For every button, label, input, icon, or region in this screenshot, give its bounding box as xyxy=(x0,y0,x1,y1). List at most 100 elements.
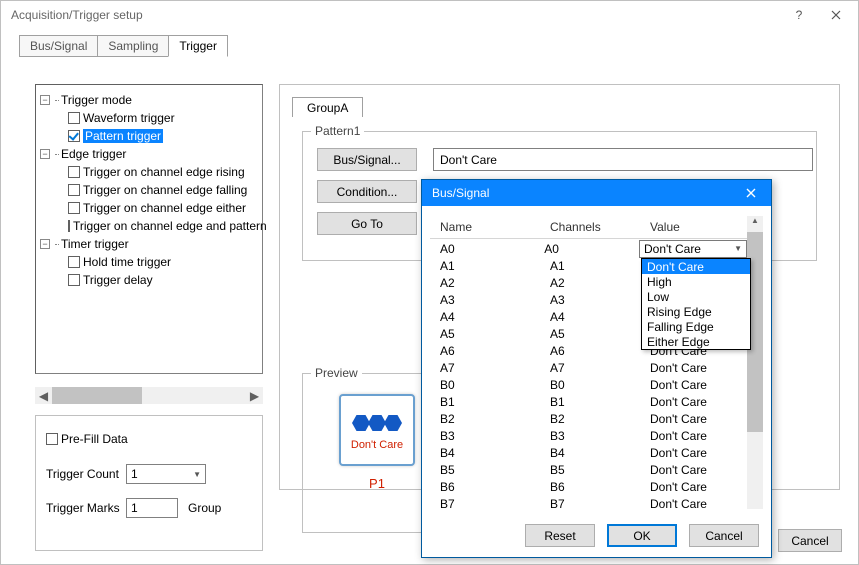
signal-row[interactable]: B4B4Don't Care xyxy=(430,444,747,461)
cell-channels: B3 xyxy=(550,429,650,443)
cell-channels: A2 xyxy=(550,276,650,290)
cell-name: B7 xyxy=(440,497,550,511)
tree-trigger-delay[interactable]: Trigger delay xyxy=(83,273,153,287)
cell-name: B6 xyxy=(440,480,550,494)
cell-name: A0 xyxy=(440,242,544,256)
col-name[interactable]: Name xyxy=(440,220,550,234)
tree-timer-trigger[interactable]: Timer trigger xyxy=(61,237,129,251)
value-dropdown[interactable]: Don't CareHighLowRising EdgeFalling Edge… xyxy=(641,258,751,350)
signal-row[interactable]: B3B3Don't Care xyxy=(430,427,747,444)
tree-h-scrollbar[interactable]: ◀ ▶ xyxy=(35,387,263,404)
tree-edge-rising[interactable]: Trigger on channel edge rising xyxy=(83,165,245,179)
tree-hold-time[interactable]: Hold time trigger xyxy=(83,255,171,269)
cell-value: Don't Care xyxy=(650,497,747,511)
trigger-marks-value: 1 xyxy=(131,501,138,515)
chk-pattern[interactable] xyxy=(68,130,80,142)
dropdown-option[interactable]: Low xyxy=(642,289,750,304)
cell-value: Don't Care xyxy=(650,361,747,375)
goto-button[interactable]: Go To xyxy=(317,212,417,235)
preview-legend: Preview xyxy=(311,366,362,380)
bus-signal-button[interactable]: Bus/Signal... xyxy=(317,148,417,171)
dropdown-option[interactable]: Either Edge xyxy=(642,334,750,349)
cell-name: B0 xyxy=(440,378,550,392)
cell-name: B2 xyxy=(440,412,550,426)
chevron-down-icon: ▼ xyxy=(734,244,742,253)
cell-value: Don't Care xyxy=(650,412,747,426)
main-cancel-button[interactable]: Cancel xyxy=(778,529,842,552)
chk-edge-either[interactable] xyxy=(68,202,80,214)
cell-channels: A6 xyxy=(550,344,650,358)
dialog-reset-button[interactable]: Reset xyxy=(525,524,595,547)
cell-value: Don't Care xyxy=(650,446,747,460)
tree-edge-falling[interactable]: Trigger on channel edge falling xyxy=(83,183,247,197)
close-button[interactable] xyxy=(814,1,858,29)
dialog-close-button[interactable] xyxy=(731,180,771,206)
chk-edge-pattern[interactable] xyxy=(68,220,70,232)
chk-edge-falling[interactable] xyxy=(68,184,80,196)
tab-bus-signal[interactable]: Bus/Signal xyxy=(19,35,98,57)
tree-pattern[interactable]: Pattern trigger xyxy=(83,129,163,143)
cell-channels: A0 xyxy=(544,242,639,256)
chk-hold-time[interactable] xyxy=(68,256,80,268)
scroll-right-icon[interactable]: ▶ xyxy=(246,387,263,404)
cell-name: A2 xyxy=(440,276,550,290)
chk-waveform[interactable] xyxy=(68,112,80,124)
signal-row[interactable]: B0B0Don't Care xyxy=(430,376,747,393)
cell-name: B4 xyxy=(440,446,550,460)
cell-name: B3 xyxy=(440,429,550,443)
signal-row[interactable]: B5B5Don't Care xyxy=(430,461,747,478)
cell-channels: B5 xyxy=(550,463,650,477)
signal-row[interactable]: B6B6Don't Care xyxy=(430,478,747,495)
prefill-label: Pre-Fill Data xyxy=(61,432,128,446)
dropdown-option[interactable]: High xyxy=(642,274,750,289)
bus-signal-value[interactable]: Don't Care xyxy=(433,148,813,171)
trigger-marks-label: Trigger Marks xyxy=(46,501,126,515)
cell-value: Don't Care xyxy=(650,395,747,409)
condition-button[interactable]: Condition... xyxy=(317,180,417,203)
dropdown-option[interactable]: Rising Edge xyxy=(642,304,750,319)
help-button[interactable]: ? xyxy=(784,1,814,29)
col-value[interactable]: Value xyxy=(650,220,747,234)
signal-row[interactable]: B7B7Don't Care xyxy=(430,495,747,511)
pattern-legend: Pattern1 xyxy=(311,124,364,138)
dropdown-option[interactable]: Don't Care xyxy=(642,259,750,274)
tab-sampling[interactable]: Sampling xyxy=(97,35,169,57)
signal-row[interactable]: B2B2Don't Care xyxy=(430,410,747,427)
scroll-left-icon[interactable]: ◀ xyxy=(35,387,52,404)
trigger-tree[interactable]: −Trigger mode Waveform trigger Pattern t… xyxy=(35,84,263,374)
dialog-ok-button[interactable]: OK xyxy=(607,524,677,547)
cell-name: A4 xyxy=(440,310,550,324)
chk-trigger-delay[interactable] xyxy=(68,274,80,286)
dialog-cancel-button[interactable]: Cancel xyxy=(689,524,759,547)
cell-name: B1 xyxy=(440,395,550,409)
trigger-marks-input[interactable]: 1 xyxy=(126,498,178,518)
tree-waveform[interactable]: Waveform trigger xyxy=(83,111,175,125)
trigger-count-label: Trigger Count xyxy=(46,467,126,481)
chk-edge-rising[interactable] xyxy=(68,166,80,178)
signal-row[interactable]: A7A7Don't Care xyxy=(430,359,747,376)
tree-edge-pattern[interactable]: Trigger on channel edge and pattern xyxy=(73,219,267,233)
tree-trigger-mode[interactable]: Trigger mode xyxy=(61,93,132,107)
cell-channels: B2 xyxy=(550,412,650,426)
tree-edge-either[interactable]: Trigger on channel edge either xyxy=(83,201,246,215)
value-combo[interactable]: Don't Care▼ xyxy=(639,240,747,258)
tree-edge-trigger[interactable]: Edge trigger xyxy=(61,147,126,161)
window-title: Acquisition/Trigger setup xyxy=(11,8,784,22)
signal-row[interactable]: B1B1Don't Care xyxy=(430,393,747,410)
dropdown-option[interactable]: Falling Edge xyxy=(642,319,750,334)
cell-name: A1 xyxy=(440,259,550,273)
signal-row[interactable]: A0A0Don't Care▼ xyxy=(430,240,747,257)
cell-name: A3 xyxy=(440,293,550,307)
chk-prefill[interactable] xyxy=(46,433,58,445)
cell-channels: B7 xyxy=(550,497,650,511)
cell-channels: B6 xyxy=(550,480,650,494)
trigger-count-select[interactable]: 1 ▼ xyxy=(126,464,206,484)
cell-name: A6 xyxy=(440,344,550,358)
cell-channels: A5 xyxy=(550,327,650,341)
tab-trigger[interactable]: Trigger xyxy=(168,35,228,57)
chevron-down-icon: ▼ xyxy=(193,470,201,479)
tab-group-a[interactable]: GroupA xyxy=(292,97,363,119)
col-channels[interactable]: Channels xyxy=(550,220,650,234)
cell-value[interactable]: Don't Care▼ xyxy=(639,240,747,258)
cell-channels: B0 xyxy=(550,378,650,392)
